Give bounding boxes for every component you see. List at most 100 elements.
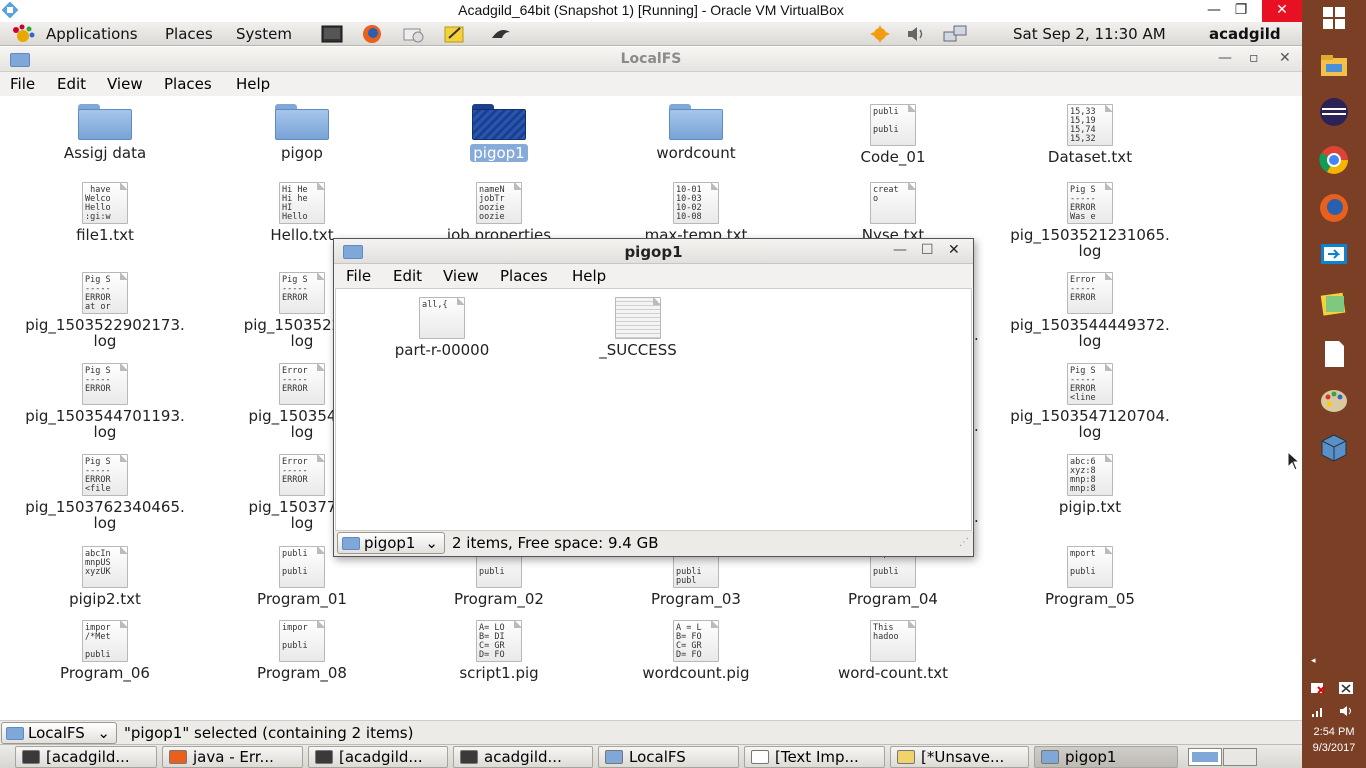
remote-desktop-icon[interactable]	[1318, 240, 1350, 272]
taskbar-button[interactable]: java - Err...	[162, 746, 303, 768]
file-item[interactable]: impor publi Program_08	[204, 620, 400, 682]
pigop1-close-button[interactable]: ✕	[948, 242, 960, 258]
show-hidden-icons-icon[interactable]: ◂	[1311, 656, 1316, 666]
resize-grip-icon[interactable]: ⋰	[959, 537, 969, 548]
text-file-icon: Hi He Hi he HI Hello	[279, 182, 325, 224]
file-item[interactable]: Pig S ----- ERROR Was e pig_1503521231065…	[992, 182, 1188, 260]
pigop1-maximize-button[interactable]: ☐	[921, 242, 934, 258]
windows-start-icon[interactable]	[1318, 2, 1350, 34]
pigop1-titlebar[interactable]: pigop1 — ☐ ✕	[334, 239, 973, 264]
firefox-icon[interactable]	[1318, 192, 1350, 224]
taskbar-button[interactable]: LocalFS	[598, 746, 739, 768]
file-item[interactable]: mport publi Program_05	[992, 546, 1188, 608]
taskbar-button[interactable]: [Text Imp...	[744, 746, 885, 768]
folder-icon	[6, 727, 24, 740]
file-item[interactable]: impor /*Met publi Program_06	[7, 620, 203, 682]
file-item[interactable]: pigop	[204, 104, 400, 162]
file-item[interactable]: pigop1	[401, 104, 597, 162]
signal-icon[interactable]	[1310, 704, 1326, 718]
menu-applications[interactable]: Applications	[46, 25, 138, 43]
terminal-launcher-icon[interactable]	[321, 24, 343, 44]
localfs-menu-places[interactable]: Places	[164, 75, 212, 93]
workspace-1[interactable]	[1188, 748, 1222, 766]
file-item[interactable]: A = L B= FO C= GR D= FO wordcount.pig	[598, 620, 794, 682]
sticky-notes-icon[interactable]	[1318, 288, 1350, 320]
localfs-titlebar[interactable]: LocalFS — ▫ ✕	[0, 47, 1302, 72]
file-item[interactable]: Pig S ----- ERROR <line pig_1503547120704…	[992, 363, 1188, 441]
speaker-icon[interactable]	[1338, 704, 1354, 718]
pigop1-menu-view[interactable]: View	[443, 267, 479, 285]
file-item[interactable]: Pig S ----- ERROR at or pig_1503522902173…	[7, 272, 203, 350]
localfs-maximize-button[interactable]: ▫	[1249, 50, 1259, 66]
file-item[interactable]: abcIn mnpUS xyzUK pigip2.txt	[7, 546, 203, 608]
workspace-2[interactable]	[1223, 748, 1257, 766]
localfs-menu-edit[interactable]: Edit	[57, 75, 86, 93]
file-item[interactable]: This hadoo word-count.txt	[795, 620, 991, 682]
localfs-minimize-button[interactable]: —	[1218, 50, 1232, 66]
file-item[interactable]: Pig S ----- ERROR <file pig_1503762340465…	[7, 454, 203, 532]
chrome-icon[interactable]	[1318, 144, 1350, 176]
windows-clock[interactable]: 2:54 PM 9/3/2017	[1302, 724, 1366, 756]
file-item[interactable]: A= LO B= DI C= GR D= FO script1.pig	[401, 620, 597, 682]
file-item[interactable]: abc:6 xyz:8 mnp:8 mnp:8 pigip.txt	[992, 454, 1188, 516]
pigop1-minimize-button[interactable]: —	[893, 242, 907, 258]
app-icon	[605, 750, 623, 764]
pigop1-menu-places[interactable]: Places	[500, 267, 548, 285]
menu-system[interactable]: System	[236, 25, 292, 43]
pigop1-menu-edit[interactable]: Edit	[393, 267, 422, 285]
file-item-success[interactable]: _SUCCESS	[540, 297, 736, 359]
update-notifier-icon[interactable]	[869, 24, 891, 44]
panel-clock[interactable]: Sat Sep 2, 11:30 AM	[1013, 25, 1166, 43]
file-item[interactable]: Error ----- ERROR pig_1503544449372. log	[992, 272, 1188, 350]
host-close-button[interactable]: ✕	[1262, 0, 1302, 22]
file-item[interactable]: Pig S ----- ERROR pig_1503544701193. log	[7, 363, 203, 441]
file-item[interactable]: nameN jobTr oozie oozie job.properties	[401, 182, 597, 244]
network-icon[interactable]	[942, 24, 970, 44]
taskbar-button[interactable]: acadgild...	[453, 746, 593, 768]
menu-places[interactable]: Places	[165, 25, 213, 43]
empty-file-icon	[615, 297, 661, 339]
volume-icon[interactable]	[905, 24, 927, 44]
file-item[interactable]: publi publi Code_01	[795, 104, 991, 166]
mail-launcher-icon[interactable]	[402, 24, 424, 44]
localfs-close-button[interactable]: ✕	[1279, 50, 1291, 66]
gnome-foot-icon[interactable]	[10, 24, 36, 44]
localfs-menu-help[interactable]: Help	[236, 75, 270, 93]
taskbar-button-label: acadgild...	[484, 748, 562, 766]
localfs-location-combo[interactable]: LocalFS ⌄	[1, 722, 117, 744]
virtualbox-taskbar-icon[interactable]	[1318, 432, 1350, 464]
file-item[interactable]: Hi He Hi he HI Hello Hello.txt	[204, 182, 400, 244]
paint-icon[interactable]	[1318, 384, 1350, 416]
blank-document-icon[interactable]	[1318, 338, 1350, 370]
file-item[interactable]: Assigj data	[7, 104, 203, 162]
taskbar-button[interactable]: [acadgild...	[15, 746, 157, 768]
file-item[interactable]: wordcount	[598, 104, 794, 162]
file-item-label: Program_05	[1045, 590, 1135, 608]
file-item[interactable]: creat o Nyse.txt	[795, 182, 991, 244]
taskbar-button[interactable]: [*Unsave...	[890, 746, 1029, 768]
host-restore-button[interactable]: ❐	[1226, 0, 1256, 22]
action-center-icon[interactable]	[1338, 681, 1354, 695]
taskbar-button[interactable]: [acadgild...	[308, 746, 448, 768]
pigop1-window-title: pigop1	[624, 243, 683, 261]
file-item-part-r-00000[interactable]: all,{ part-r-00000	[344, 297, 540, 359]
pigop1-menu-file[interactable]: File	[346, 267, 371, 285]
pigop1-menu-help[interactable]: Help	[572, 267, 606, 285]
pigop1-icon-view[interactable]: all,{ part-r-00000 _SUCCESS	[335, 288, 972, 531]
firefox-launcher-icon[interactable]	[361, 24, 383, 44]
eclipse-icon[interactable]	[1318, 96, 1350, 128]
panel-user[interactable]: acadgild	[1209, 25, 1281, 43]
file-item[interactable]: 10-01 10-03 10-02 10-08 max-temp.txt	[598, 182, 794, 244]
localfs-menu-view[interactable]: View	[107, 75, 143, 93]
file-item[interactable]: have Welco Hello :gi:w file1.txt	[7, 182, 203, 244]
pigop1-location-combo[interactable]: pigop1 ⌄	[337, 532, 445, 554]
host-minimize-button[interactable]: —	[1199, 0, 1229, 22]
file-item-label: Program_03	[651, 590, 741, 608]
localfs-menu-file[interactable]: File	[10, 75, 35, 93]
network-disconnected-icon[interactable]	[1310, 681, 1326, 695]
file-explorer-icon[interactable]	[1318, 50, 1350, 82]
notes-launcher-icon[interactable]	[443, 24, 465, 44]
mysql-launcher-icon[interactable]	[490, 24, 512, 44]
taskbar-button[interactable]: pigop1	[1034, 746, 1178, 768]
file-item[interactable]: 15,33 15,19 15,74 15,32 Dataset.txt	[992, 104, 1188, 166]
